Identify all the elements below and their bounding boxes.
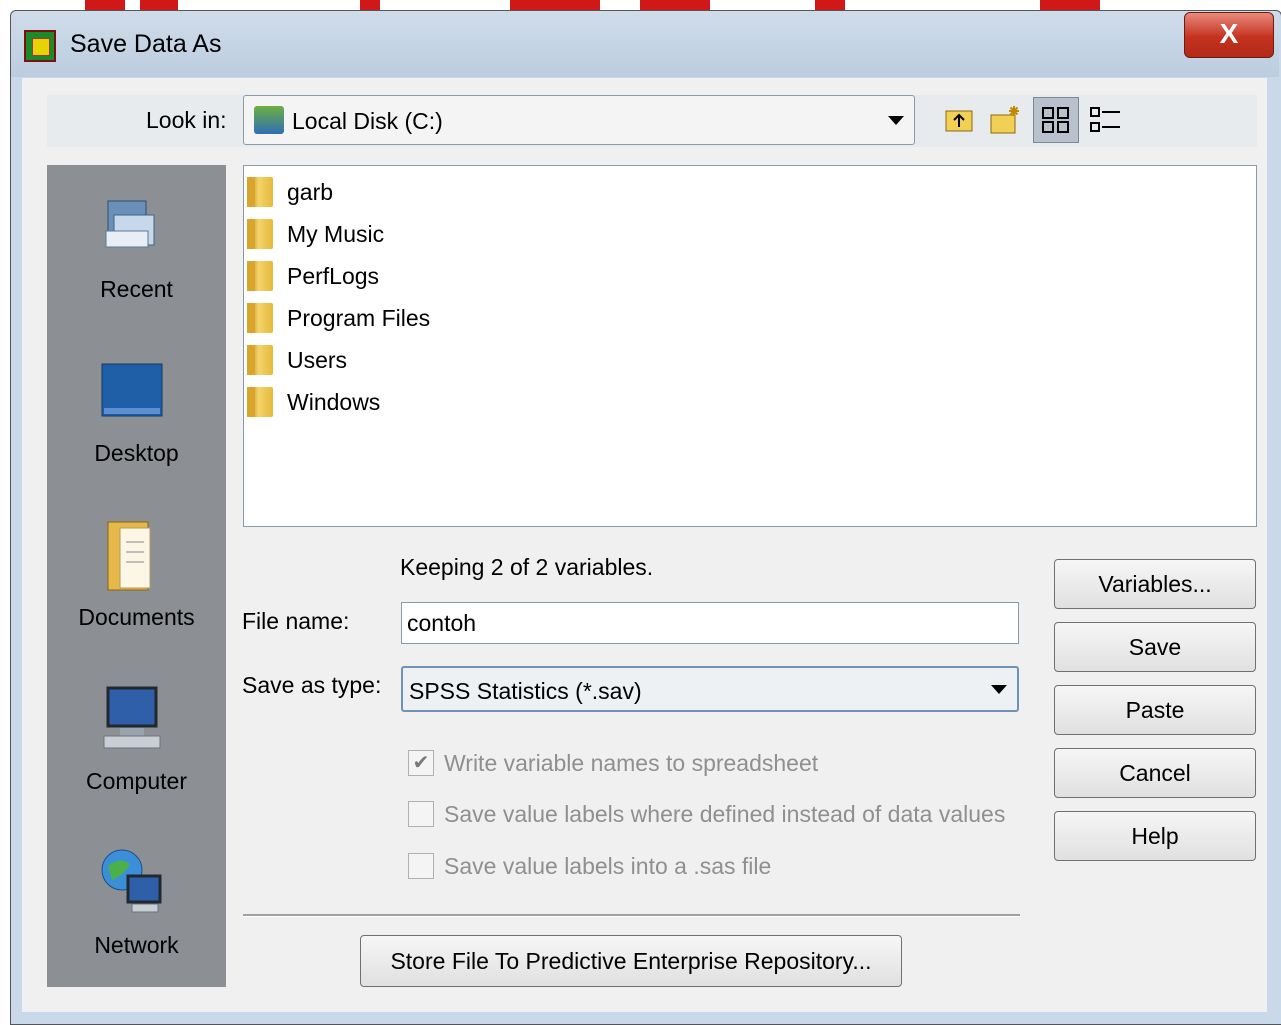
lookin-combo[interactable]: Local Disk (C:) (243, 95, 915, 145)
network-icon[interactable] (100, 846, 164, 918)
file-name: Windows (287, 388, 381, 415)
option-save-value-labels[interactable]: Save value labels where defined instead … (408, 798, 1005, 830)
drive-icon (254, 106, 284, 134)
close-button[interactable]: X (1184, 12, 1274, 58)
store-repository-button[interactable]: Store File To Predictive Enterprise Repo… (360, 935, 902, 987)
save-button[interactable]: Save (1054, 622, 1256, 672)
list-item[interactable]: Users (247, 340, 347, 380)
recent-icon[interactable] (100, 195, 164, 259)
lookin-value: Local Disk (C:) (292, 108, 443, 134)
savetype-value: SPSS Statistics (*.sav) (409, 678, 642, 704)
option-write-variable-names[interactable]: ✔ Write variable names to spreadsheet (408, 747, 818, 779)
file-name: Users (287, 346, 348, 373)
savetype-select[interactable]: SPSS Statistics (*.sav) (401, 666, 1019, 712)
variables-button[interactable]: Variables... (1054, 559, 1256, 609)
option-label: Save value labels into a .sas file (444, 852, 772, 879)
paste-button[interactable]: Paste (1054, 685, 1256, 735)
documents-icon[interactable] (104, 518, 156, 594)
checkbox-checked[interactable]: ✔ (408, 750, 434, 776)
file-name: Program Files (287, 304, 431, 331)
option-save-sas-labels[interactable]: Save value labels into a .sas file (408, 850, 771, 882)
option-label: Save value labels where defined instead … (444, 800, 1006, 827)
list-item[interactable]: Program Files (247, 298, 430, 338)
details-view-icon[interactable] (1088, 103, 1122, 137)
folder-icon (247, 177, 273, 207)
desktop-icon[interactable] (100, 362, 164, 422)
places-network[interactable]: Network (47, 932, 226, 959)
checkbox[interactable] (408, 801, 434, 827)
help-button[interactable]: Help (1054, 811, 1256, 861)
folder-icon (247, 387, 273, 417)
keeping-variables-text: Keeping 2 of 2 variables. (400, 554, 654, 580)
list-item[interactable]: PerfLogs (247, 256, 379, 296)
separator (243, 914, 1020, 917)
places-recent[interactable]: Recent (47, 276, 226, 303)
folder-icon (247, 345, 273, 375)
file-name: PerfLogs (287, 262, 380, 289)
lookin-label: Look in: (146, 107, 227, 133)
file-list[interactable] (243, 165, 1257, 527)
places-computer[interactable]: Computer (47, 768, 226, 795)
file-name: My Music (287, 220, 385, 247)
file-name: garb (287, 178, 334, 205)
app-icon (24, 30, 56, 62)
filename-input[interactable]: contoh (401, 602, 1019, 644)
checkbox[interactable] (408, 853, 434, 879)
list-item[interactable]: My Music (247, 214, 384, 254)
folder-icon (247, 219, 273, 249)
chevron-down-icon[interactable] (888, 116, 904, 125)
filename-label: File name: (242, 608, 350, 634)
chevron-down-icon[interactable] (991, 685, 1007, 694)
new-folder-icon[interactable] (988, 103, 1022, 137)
cancel-button[interactable]: Cancel (1054, 748, 1256, 798)
savetype-label: Save as type: (242, 672, 382, 698)
places-desktop[interactable]: Desktop (47, 440, 226, 467)
places-documents[interactable]: Documents (47, 604, 226, 631)
list-item[interactable]: garb (247, 172, 333, 212)
computer-icon[interactable] (100, 684, 164, 754)
folder-icon (247, 303, 273, 333)
folder-icon (247, 261, 273, 291)
list-item[interactable]: Windows (247, 382, 380, 422)
thumbnails-view-icon[interactable] (1033, 97, 1079, 143)
up-one-level-icon[interactable] (942, 103, 976, 137)
option-label: Write variable names to spreadsheet (444, 749, 819, 776)
window-title: Save Data As (70, 30, 222, 58)
